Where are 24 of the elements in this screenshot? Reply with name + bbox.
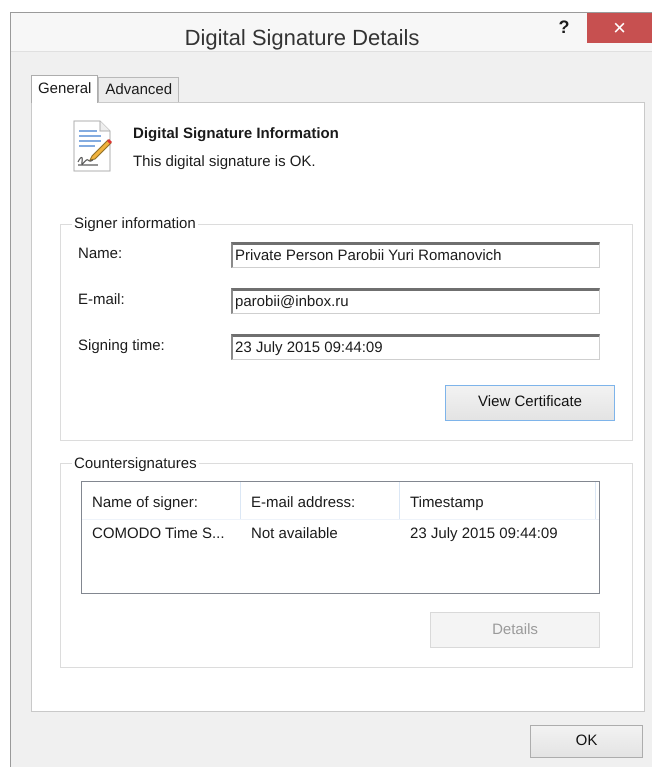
- help-button[interactable]: ?: [553, 13, 575, 41]
- text-field[interactable]: parobii@inbox.ru: [231, 288, 600, 314]
- status-text: This digital signature is OK.: [133, 152, 317, 172]
- dialog-button[interactable]: OK: [530, 725, 643, 758]
- tab[interactable]: General: [31, 75, 98, 103]
- column-header[interactable]: Timestamp: [400, 482, 596, 519]
- table-cell-text: 23 July 2015 09:44:09: [409, 524, 559, 544]
- text-field[interactable]: Private Person Parobii Yuri Romanovich: [231, 242, 600, 268]
- field-label: Name:: [78, 244, 124, 264]
- group-title: Countersignatures: [73, 454, 198, 474]
- window-title: Digital Signature Details: [184, 24, 420, 52]
- table-cell-text: COMODO Time S...: [91, 524, 226, 544]
- column-header[interactable]: Name of signer:: [82, 482, 241, 519]
- table-cell-text: Not available: [250, 524, 339, 544]
- close-button[interactable]: ×: [587, 13, 652, 43]
- heading: Digital Signature Information: [133, 124, 339, 144]
- column-header[interactable]: E-mail address:: [241, 482, 400, 519]
- field-label: E-mail:: [78, 290, 126, 310]
- field-label: Signing time:: [78, 336, 166, 356]
- group-title: Signer information: [73, 214, 197, 234]
- dialog-button[interactable]: View Certificate: [445, 384, 615, 420]
- text-field[interactable]: 23 July 2015 09:44:09: [231, 334, 600, 360]
- table-row[interactable]: COMODO Time S... Not available 23 July 2015 09:44:09: [82, 520, 599, 548]
- tab[interactable]: Advanced: [98, 77, 180, 102]
